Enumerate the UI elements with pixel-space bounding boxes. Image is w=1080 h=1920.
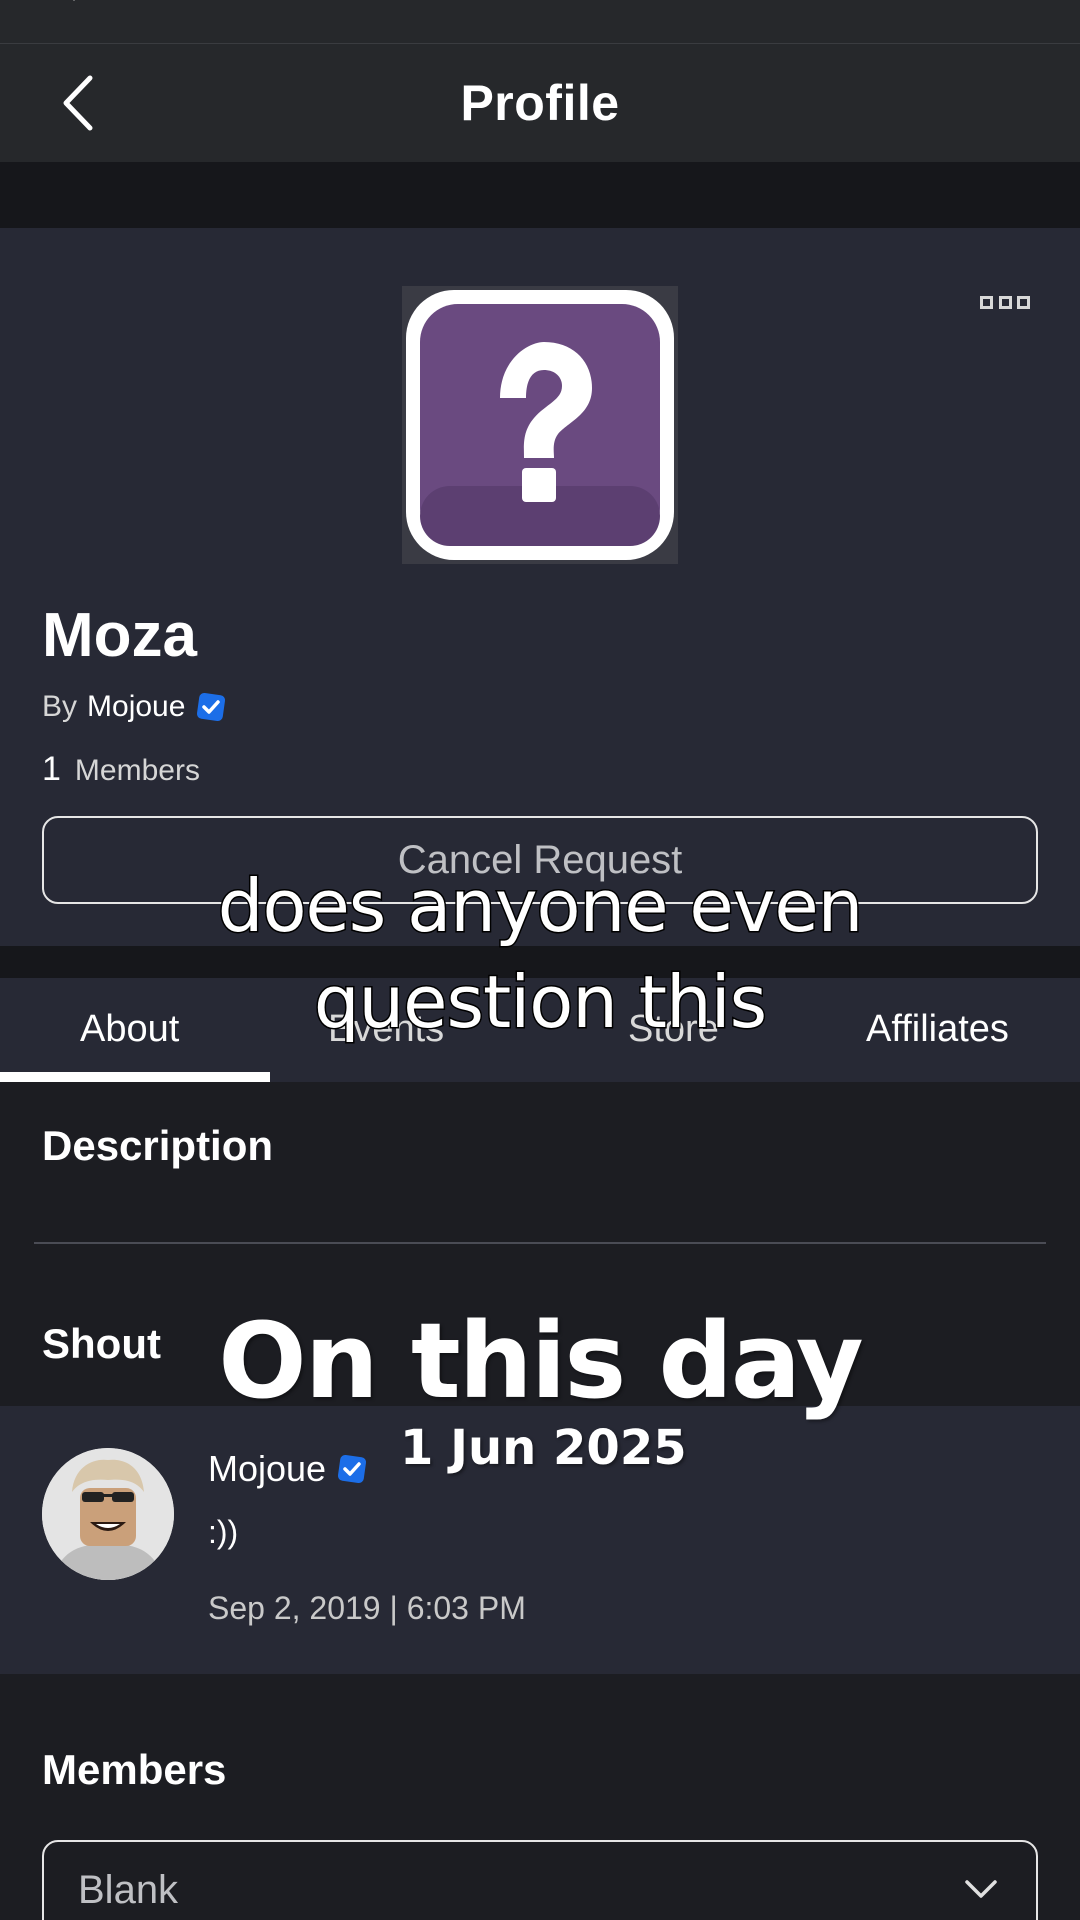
owner-link[interactable]: Mojoue	[87, 690, 185, 724]
page-title: Profile	[460, 75, 620, 131]
verified-badge-icon	[197, 692, 226, 722]
on-this-day-title: On this day	[218, 1300, 863, 1422]
shout-poster: Mojoue	[208, 1448, 368, 1490]
overlay-caption-line1: does anyone even	[216, 863, 865, 950]
on-this-day-date: 1 Jun 2025	[400, 1420, 687, 1476]
divider	[34, 1242, 1046, 1244]
active-tab-indicator	[0, 1072, 270, 1082]
question-mark-icon	[406, 290, 674, 560]
avatar[interactable]	[42, 1448, 174, 1580]
shout-message: :))	[208, 1514, 239, 1550]
description-heading: Description	[42, 1122, 274, 1169]
by-label: By	[42, 690, 78, 723]
shout-timestamp: Sep 2, 2019 | 6:03 PM	[208, 1590, 526, 1626]
group-icon	[402, 286, 678, 564]
members-role-select-value: Blank	[78, 1868, 179, 1912]
spacer	[0, 162, 1080, 228]
top-navigation-bar: Profile	[0, 44, 1080, 162]
status-strip	[0, 0, 1080, 44]
shout-poster-name[interactable]: Mojoue	[208, 1448, 326, 1490]
more-options-icon[interactable]	[980, 296, 1030, 310]
overlay-caption-line2: question this	[312, 959, 768, 1046]
member-count-value: 1	[42, 750, 61, 788]
members-heading: Members	[42, 1746, 227, 1793]
group-name: Moza	[42, 601, 197, 670]
avatar-image	[42, 1448, 174, 1580]
owner-line: By Mojoue	[42, 690, 227, 724]
verified-badge-icon	[338, 1454, 367, 1484]
member-count-label: Members	[74, 754, 200, 787]
close-icon	[73, 0, 75, 1]
chevron-down-icon	[965, 1880, 997, 1898]
overlay-caption: does anyone even question this	[0, 858, 1080, 1050]
members-role-select[interactable]: Blank	[42, 1840, 1038, 1920]
member-count: 1 Members	[42, 750, 200, 789]
